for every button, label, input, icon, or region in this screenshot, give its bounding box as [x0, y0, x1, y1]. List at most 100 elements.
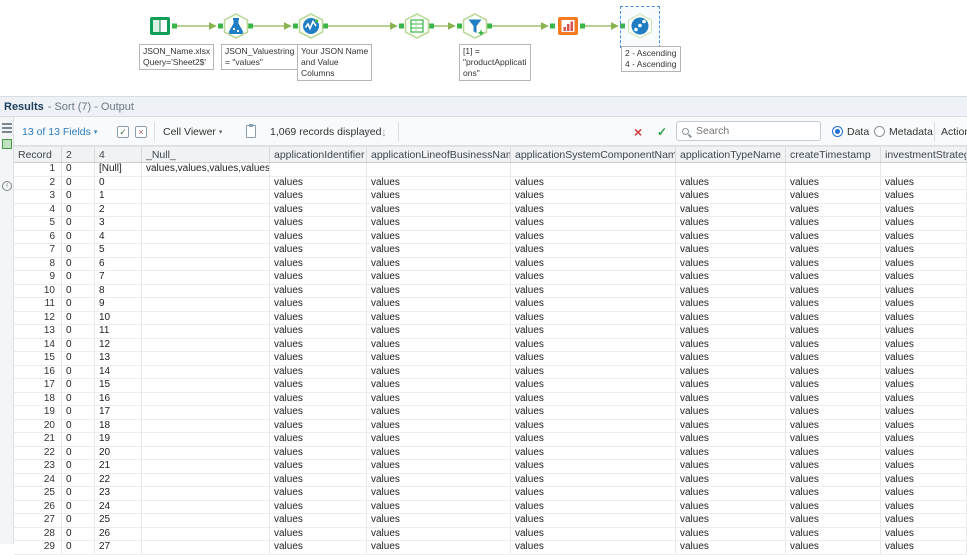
scroll-down-button[interactable]: ↓	[378, 117, 390, 146]
table-cell[interactable]: values	[367, 487, 511, 500]
table-cell[interactable]: 0	[62, 271, 95, 284]
table-row[interactable]: 23 0 21 values values values values values value…	[14, 460, 967, 474]
text-to-columns-annotation[interactable]: Your JSON Name and Value Columns	[297, 44, 373, 82]
table-cell[interactable]: values	[511, 230, 676, 243]
table-cell[interactable]: 0	[62, 298, 95, 311]
input-data-annotation[interactable]: JSON_Name.xlsx Query='Sheet2$'	[139, 44, 215, 71]
table-cell[interactable]: values	[881, 460, 967, 473]
table-cell[interactable]: values	[676, 338, 786, 351]
table-cell[interactable]: values	[367, 230, 511, 243]
table-cell[interactable]: values	[786, 325, 881, 338]
table-cell[interactable]: values	[367, 284, 511, 297]
table-cell[interactable]: values	[676, 406, 786, 419]
table-row[interactable]: 28 0 26 values values values values values value…	[14, 527, 967, 541]
fields-dropdown[interactable]: 13 of 13 Fields ▾	[22, 117, 97, 146]
table-row[interactable]: 18 0 16 values values values values values value…	[14, 392, 967, 406]
table-cell[interactable]: values	[270, 527, 367, 540]
table-row[interactable]: 10 0 8 values values values values values values	[14, 284, 967, 298]
scroll-up-button[interactable]: ↑	[362, 117, 374, 146]
actions-dropdown[interactable]: Actions ▾	[941, 117, 967, 146]
table-cell[interactable]	[142, 379, 270, 392]
table-cell[interactable]: values	[367, 257, 511, 270]
table-row[interactable]: 3 0 1 values values values values values values	[14, 190, 967, 204]
table-cell[interactable]: 0	[62, 338, 95, 351]
table-cell[interactable]	[142, 244, 270, 257]
table-row[interactable]: 26 0 24 values values values values values value…	[14, 500, 967, 514]
table-cell[interactable]	[367, 163, 511, 176]
table-cell[interactable]: values	[881, 298, 967, 311]
table-cell[interactable]: values	[511, 338, 676, 351]
table-cell[interactable]: values	[270, 325, 367, 338]
text-to-columns-tool[interactable]	[297, 12, 325, 40]
table-cell[interactable]: 18	[95, 419, 142, 432]
table-cell[interactable]	[142, 392, 270, 405]
table-cell[interactable]: 11	[95, 325, 142, 338]
table-cell[interactable]: values	[676, 190, 786, 203]
table-cell[interactable]	[142, 500, 270, 513]
filter-annotation[interactable]: [1] = "productApplicati ons"	[459, 44, 531, 82]
table-cell[interactable]: 17	[14, 379, 62, 392]
table-cell[interactable]: values	[270, 473, 367, 486]
table-cell[interactable]: values	[511, 311, 676, 324]
table-cell[interactable]	[270, 163, 367, 176]
table-cell[interactable]: 0	[62, 244, 95, 257]
table-cell[interactable]: values	[786, 365, 881, 378]
table-cell[interactable]: values	[881, 176, 967, 189]
info-icon[interactable]: i	[2, 181, 12, 191]
table-cell[interactable]	[142, 433, 270, 446]
table-cell[interactable]: values	[367, 392, 511, 405]
table-cell[interactable]: 19	[95, 433, 142, 446]
table-cell[interactable]: values	[676, 419, 786, 432]
table-cell[interactable]: 9	[95, 298, 142, 311]
table-cell[interactable]: [Null]	[95, 163, 142, 176]
table-cell[interactable]: values	[270, 284, 367, 297]
cell-viewer-dropdown[interactable]: Cell Viewer ▾	[163, 117, 222, 146]
table-cell[interactable]: values	[881, 244, 967, 257]
table-cell[interactable]: 6	[95, 257, 142, 270]
table-cell[interactable]	[142, 311, 270, 324]
table-cell[interactable]: values	[511, 257, 676, 270]
table-row[interactable]: 21 0 19 values values values values values value…	[14, 433, 967, 447]
table-cell[interactable]: values	[786, 473, 881, 486]
table-cell[interactable]: values,values,values,values	[142, 163, 270, 176]
table-cell[interactable]: values	[511, 284, 676, 297]
table-cell[interactable]: values	[367, 500, 511, 513]
table-cell[interactable]: 22	[95, 473, 142, 486]
table-cell[interactable]: values	[511, 419, 676, 432]
table-cell[interactable]	[786, 163, 881, 176]
table-cell[interactable]	[142, 460, 270, 473]
table-cell[interactable]: values	[367, 352, 511, 365]
table-cell[interactable]: values	[881, 379, 967, 392]
table-cell[interactable]: 0	[62, 541, 95, 554]
table-cell[interactable]: values	[786, 217, 881, 230]
table-cell[interactable]: values	[367, 298, 511, 311]
cancel-button[interactable]: ×	[634, 117, 642, 146]
table-cell[interactable]: 15	[14, 352, 62, 365]
table-cell[interactable]	[142, 365, 270, 378]
table-cell[interactable]	[142, 527, 270, 540]
table-cell[interactable]: 10	[14, 284, 62, 297]
table-cell[interactable]: values	[881, 473, 967, 486]
table-cell[interactable]	[142, 325, 270, 338]
column-header[interactable]: 4	[95, 147, 142, 162]
table-cell[interactable]: 14	[14, 338, 62, 351]
table-cell[interactable]: 0	[62, 217, 95, 230]
table-cell[interactable]: values	[676, 203, 786, 216]
table-cell[interactable]: 2	[14, 176, 62, 189]
table-cell[interactable]: values	[511, 527, 676, 540]
column-header[interactable]: applicationTypeName	[676, 147, 786, 162]
table-row[interactable]: 11 0 9 values values values values values values	[14, 298, 967, 312]
table-cell[interactable]: 21	[95, 460, 142, 473]
column-header[interactable]: 2	[62, 147, 95, 162]
table-cell[interactable]: 22	[14, 446, 62, 459]
table-cell[interactable]: values	[786, 419, 881, 432]
table-cell[interactable]: values	[270, 379, 367, 392]
workflow-canvas[interactable]: JSON_Name.xlsx Query='Sheet2$' JSON_Valu…	[0, 0, 967, 96]
table-cell[interactable]: values	[676, 257, 786, 270]
table-cell[interactable]: 0	[62, 514, 95, 527]
table-cell[interactable]: 0	[62, 527, 95, 540]
table-cell[interactable]: values	[511, 244, 676, 257]
table-cell[interactable]: values	[881, 271, 967, 284]
table-cell[interactable]: values	[270, 244, 367, 257]
table-cell[interactable]: values	[786, 230, 881, 243]
